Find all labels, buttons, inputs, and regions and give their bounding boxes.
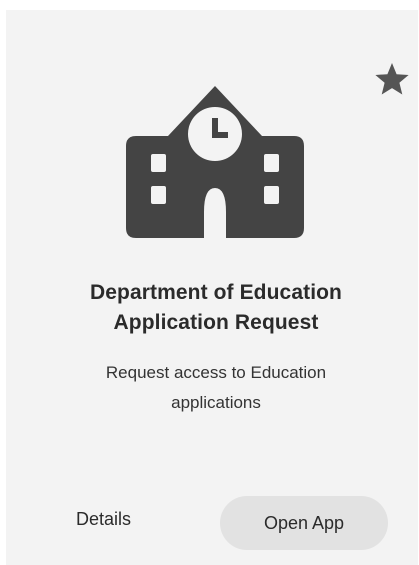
star-icon xyxy=(375,63,409,95)
app-description: Request access to Education applications xyxy=(56,358,376,418)
app-title: Department of Education Application Requ… xyxy=(26,278,406,338)
app-description-line-2: applications xyxy=(171,393,261,412)
app-title-line-1: Department of Education xyxy=(90,281,342,304)
app-card: Department of Education Application Requ… xyxy=(6,10,418,565)
school-building-icon xyxy=(126,86,304,238)
details-link[interactable]: Details xyxy=(76,504,166,534)
open-app-button[interactable]: Open App xyxy=(220,496,388,550)
app-description-line-1: Request access to Education xyxy=(105,363,327,382)
favorite-star-button[interactable] xyxy=(372,60,412,100)
app-title-line-2: Application Request xyxy=(113,311,319,334)
